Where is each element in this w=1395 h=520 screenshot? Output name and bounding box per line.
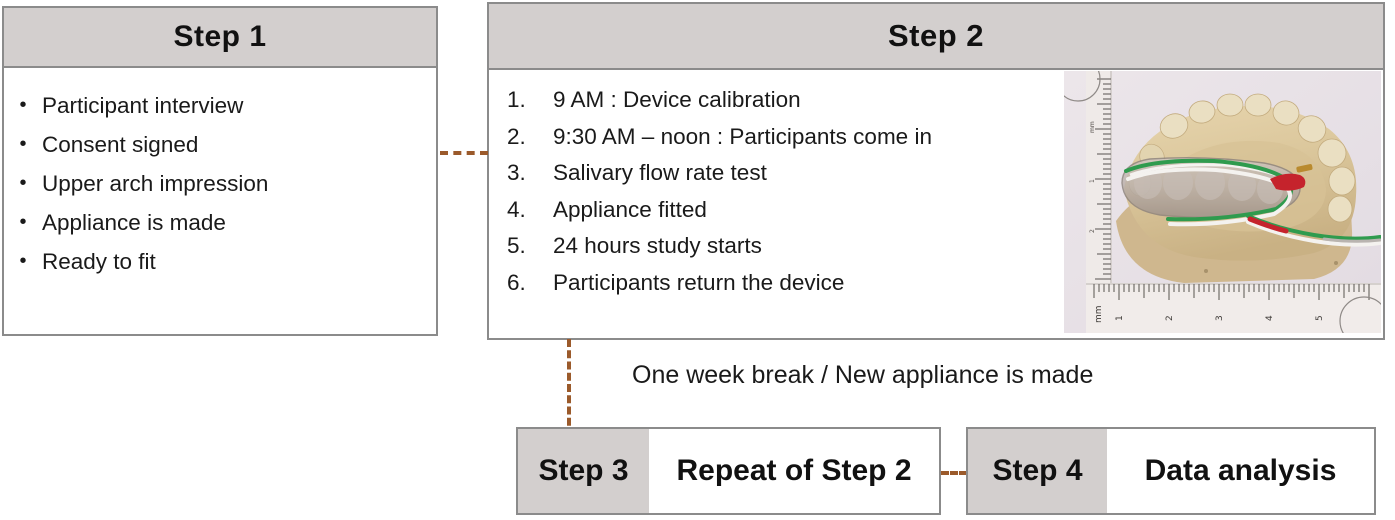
list-item-label: 9:30 AM – noon : Participants come in — [553, 123, 932, 149]
step-1-header: Step 1 — [4, 8, 436, 68]
list-item-label: 9 AM : Device calibration — [553, 87, 801, 112]
connector-step3-to-step4 — [941, 471, 967, 475]
list-item-number: 5. — [507, 233, 526, 258]
dental-appliance-photo: mm 1 2 mm 1 2 3 4 5 — [1064, 71, 1381, 333]
step-4-box: Step 4 Data analysis — [966, 427, 1376, 515]
bullet-icon: • — [19, 172, 27, 194]
list-item-number: 4. — [507, 196, 526, 222]
list-item-number: 1. — [507, 87, 526, 112]
svg-text:1: 1 — [1089, 179, 1096, 183]
list-item: 1. 9 AM : Device calibration — [501, 82, 1081, 119]
list-item: • Upper arch impression — [4, 164, 436, 203]
svg-text:2: 2 — [1089, 229, 1096, 233]
step-2-numbered-list: 1. 9 AM : Device calibration 2. 9:30 AM … — [501, 82, 1081, 301]
list-item-number: 2. — [507, 123, 526, 149]
step-1-box: Step 1 • Participant interview • Consent… — [2, 6, 438, 336]
svg-text:3: 3 — [1215, 315, 1225, 321]
list-item-label: Salivary flow rate test — [553, 160, 767, 185]
svg-text:5: 5 — [1315, 315, 1325, 321]
svg-text:2: 2 — [1165, 315, 1175, 321]
connector-step2-to-step3 — [567, 339, 571, 437]
step-4-value: Data analysis — [1107, 429, 1374, 513]
bullet-icon: • — [19, 133, 27, 155]
list-item-number: 3. — [507, 160, 526, 185]
step-2-body: 1. 9 AM : Device calibration 2. 9:30 AM … — [489, 70, 1383, 338]
list-item: 5. 24 hours study starts — [501, 228, 1081, 265]
step-4-label: Step 4 — [968, 429, 1107, 513]
connector-step1-to-step2 — [440, 151, 488, 155]
list-item: • Consent signed — [4, 125, 436, 164]
list-item-label: Participants return the device — [553, 269, 845, 295]
list-item-label: Upper arch impression — [42, 171, 269, 196]
list-item: • Appliance is made — [4, 203, 436, 242]
svg-text:mm: mm — [1094, 305, 1104, 323]
list-item: 4. Appliance fitted — [501, 192, 1081, 229]
list-item-label: 24 hours study starts — [553, 233, 762, 258]
list-item-label: Consent signed — [42, 132, 199, 157]
bullet-icon: • — [19, 250, 27, 272]
bullet-icon: • — [19, 211, 27, 233]
list-item: • Participant interview — [4, 86, 436, 125]
step-3-box: Step 3 Repeat of Step 2 — [516, 427, 941, 515]
step-3-value: Repeat of Step 2 — [649, 429, 939, 513]
step-2-box: Step 2 1. 9 AM : Device calibration 2. 9… — [487, 2, 1385, 340]
list-item: • Ready to fit — [4, 242, 436, 281]
step-3-label: Step 3 — [518, 429, 649, 513]
list-item-label: Participant interview — [42, 93, 244, 118]
list-item-label: Appliance is made — [42, 210, 226, 235]
step-2-header: Step 2 — [489, 4, 1383, 70]
list-item: 3. Salivary flow rate test — [501, 155, 1081, 192]
list-item: 2. 9:30 AM – noon : Participants come in — [501, 119, 1081, 156]
step-1-body: • Participant interview • Consent signed… — [4, 68, 436, 281]
svg-text:4: 4 — [1265, 315, 1275, 321]
list-item-label: Ready to fit — [42, 249, 156, 274]
svg-text:mm: mm — [1089, 121, 1096, 133]
break-caption: One week break / New appliance is made — [632, 361, 1094, 389]
flow-diagram-canvas: Step 1 • Participant interview • Consent… — [0, 0, 1395, 520]
bullet-icon: • — [19, 94, 27, 116]
list-item-label: Appliance fitted — [553, 196, 707, 222]
list-item: 6. Participants return the device — [501, 265, 1081, 302]
list-item-number: 6. — [507, 269, 526, 295]
svg-text:1: 1 — [1115, 315, 1125, 321]
